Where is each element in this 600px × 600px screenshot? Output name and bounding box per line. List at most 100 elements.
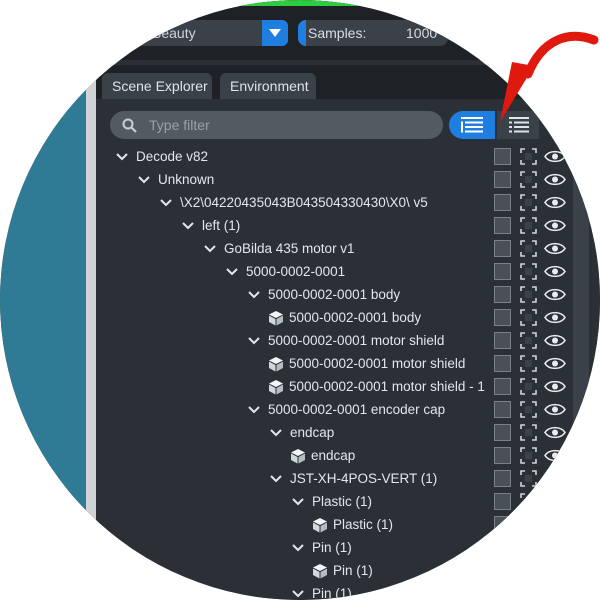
isolate-icon[interactable] (520, 378, 537, 395)
tree-node[interactable]: endcap (290, 444, 355, 467)
eye-icon[interactable] (544, 471, 566, 486)
tab-environment[interactable]: Environment (220, 73, 316, 99)
chevron-down-icon[interactable] (290, 582, 306, 600)
render-mode-dropdown[interactable]: Beauty (130, 20, 288, 46)
tree-row[interactable]: \X2\04220435043B043504330430\X0\ v5 (96, 191, 600, 214)
eye-icon[interactable] (544, 563, 566, 578)
tree-node[interactable]: 5000-0002-0001 encoder cap (246, 398, 445, 421)
list-view-button[interactable] (449, 111, 495, 139)
tree-node[interactable]: 5000-0002-0001 body (246, 283, 400, 306)
checkbox-icon[interactable] (494, 148, 511, 165)
tree-row[interactable]: Decode v82 (96, 145, 600, 168)
tree-row[interactable]: JST-XH-4POS-VERT (1) (96, 467, 600, 490)
eye-icon[interactable] (544, 310, 566, 325)
isolate-icon[interactable] (520, 562, 537, 579)
tree-node[interactable]: 5000-0002-0001 (224, 260, 345, 283)
tree-row[interactable]: left (1) (96, 214, 600, 237)
tree-node[interactable]: Plastic (1) (290, 490, 372, 513)
eye-icon[interactable] (544, 586, 566, 600)
eye-icon[interactable] (544, 218, 566, 233)
checkbox-icon[interactable] (494, 424, 511, 441)
isolate-icon[interactable] (520, 332, 537, 349)
eye-icon[interactable] (544, 517, 566, 532)
tree-node[interactable]: Pin (1) (312, 559, 373, 582)
isolate-icon[interactable] (520, 447, 537, 464)
eye-icon[interactable] (544, 264, 566, 279)
tree-row[interactable]: Plastic (1) (96, 513, 600, 536)
tree-node[interactable]: \X2\04220435043B043504330430\X0\ v5 (158, 191, 428, 214)
tree-node[interactable]: 5000-0002-0001 motor shield (268, 352, 465, 375)
tree-node[interactable]: left (1) (180, 214, 240, 237)
tab-scene-explorer[interactable]: Scene Explorer (102, 73, 212, 99)
tree-row[interactable]: Pin (1) (96, 582, 600, 600)
checkbox-icon[interactable] (494, 263, 511, 280)
isolate-icon[interactable] (520, 240, 537, 257)
tree-scrollbar[interactable] (573, 145, 589, 525)
tree-node[interactable]: GoBilda 435 motor v1 (202, 237, 355, 260)
tree-node[interactable]: Unknown (136, 168, 214, 191)
eye-icon[interactable] (544, 287, 566, 302)
checkbox-icon[interactable] (494, 562, 511, 579)
tree-row[interactable]: 5000-0002-0001 encoder cap (96, 398, 600, 421)
isolate-icon[interactable] (520, 309, 537, 326)
eye-icon[interactable] (544, 425, 566, 440)
eye-icon[interactable] (544, 356, 566, 371)
tree-row[interactable]: endcap (96, 421, 600, 444)
eye-icon[interactable] (544, 195, 566, 210)
eye-icon[interactable] (544, 241, 566, 256)
tree-node[interactable]: Pin (1) (290, 582, 352, 600)
checkbox-icon[interactable] (494, 332, 511, 349)
checkbox-icon[interactable] (494, 401, 511, 418)
eye-icon[interactable] (544, 494, 566, 509)
tree-row[interactable]: 5000-0002-0001 motor shield (96, 352, 600, 375)
isolate-icon[interactable] (520, 286, 537, 303)
isolate-icon[interactable] (520, 516, 537, 533)
tree-node[interactable]: Pin (1) (290, 536, 352, 559)
checkbox-icon[interactable] (494, 493, 511, 510)
isolate-icon[interactable] (520, 401, 537, 418)
isolate-icon[interactable] (520, 355, 537, 372)
checkbox-icon[interactable] (494, 470, 511, 487)
checkbox-icon[interactable] (494, 194, 511, 211)
eye-icon[interactable] (544, 172, 566, 187)
eye-icon[interactable] (544, 379, 566, 394)
eye-icon[interactable] (544, 149, 566, 164)
tree-node[interactable]: Plastic (1) (312, 513, 393, 536)
tree-row[interactable]: 5000-0002-0001 motor shield (96, 329, 600, 352)
tree-row[interactable]: 5000-0002-0001 body (96, 306, 600, 329)
tree-row[interactable]: Pin (1) (96, 559, 600, 582)
isolate-icon[interactable] (520, 493, 537, 510)
isolate-icon[interactable] (520, 424, 537, 441)
eye-icon[interactable] (544, 333, 566, 348)
eye-icon[interactable] (544, 540, 566, 555)
checkbox-icon[interactable] (494, 378, 511, 395)
isolate-icon[interactable] (520, 263, 537, 280)
filter-input[interactable]: Type filter (110, 111, 443, 139)
tree-row[interactable]: Plastic (1) (96, 490, 600, 513)
eye-icon[interactable] (544, 402, 566, 417)
tree-row[interactable]: Unknown (96, 168, 600, 191)
checkbox-icon[interactable] (494, 309, 511, 326)
tree-row[interactable]: 5000-0002-0001 motor shield - 1 (96, 375, 600, 398)
checkbox-icon[interactable] (494, 217, 511, 234)
isolate-icon[interactable] (520, 470, 537, 487)
eye-icon[interactable] (544, 448, 566, 463)
dropdown-button[interactable] (262, 20, 288, 46)
tree-row[interactable]: 5000-0002-0001 body (96, 283, 600, 306)
isolate-icon[interactable] (520, 539, 537, 556)
tree-row[interactable]: endcap (96, 444, 600, 467)
checkbox-icon[interactable] (494, 286, 511, 303)
checkbox-icon[interactable] (494, 240, 511, 257)
checkbox-icon[interactable] (494, 585, 511, 600)
tree-node[interactable]: endcap (268, 421, 334, 444)
checkbox-icon[interactable] (494, 539, 511, 556)
checkbox-icon[interactable] (494, 171, 511, 188)
checkbox-icon[interactable] (494, 516, 511, 533)
isolate-icon[interactable] (520, 148, 537, 165)
checkbox-icon[interactable] (494, 447, 511, 464)
tree-row[interactable]: Pin (1) (96, 536, 600, 559)
tree-node[interactable]: Decode v82 (114, 145, 208, 168)
checkbox-icon[interactable] (494, 355, 511, 372)
isolate-icon[interactable] (520, 217, 537, 234)
tree-node[interactable]: 5000-0002-0001 motor shield (246, 329, 444, 352)
